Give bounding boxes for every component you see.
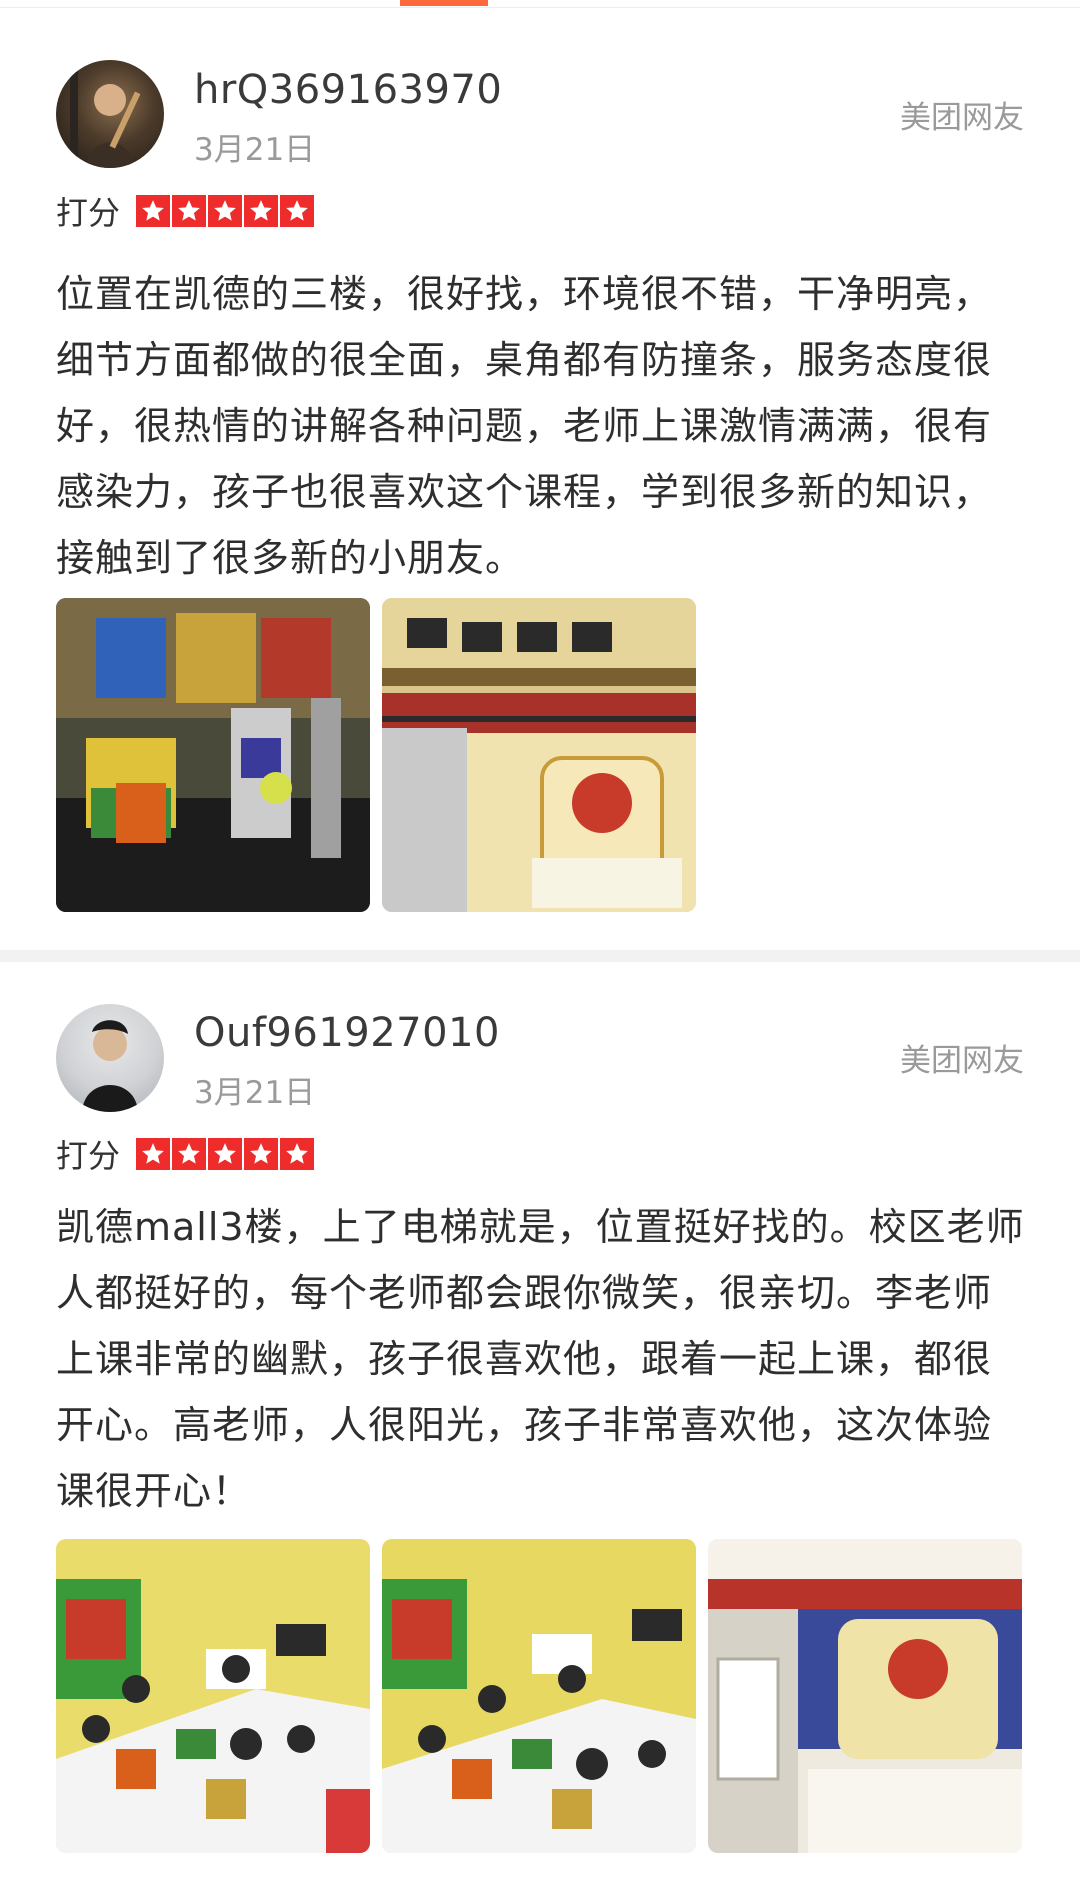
review-card: hrQ369163970 3月21日 美团网友 打分 位置在凯德的三楼，很好找，… — [0, 8, 1080, 950]
review-date: 3月21日 — [194, 1075, 316, 1111]
source-label: 美团网友 — [900, 1043, 1024, 1079]
star-icon — [244, 195, 279, 227]
review-text: 位置在凯德的三楼，很好找，环境很不错，干净明亮，细节方面都做的很全面，桌角都有防… — [56, 272, 993, 580]
star-icon — [136, 195, 171, 227]
avatar[interactable] — [56, 60, 164, 168]
review-card: Ouf961927010 3月21日 美团网友 打分 凯德mall3楼，上了电梯… — [0, 962, 1080, 1885]
star-icon — [208, 195, 243, 227]
rating-label: 打分 — [56, 1137, 121, 1175]
star-icon — [172, 1138, 207, 1170]
rating-label: 打分 — [56, 194, 121, 232]
star-icon — [244, 1138, 279, 1170]
star-icon — [280, 1138, 315, 1170]
source-label: 美团网友 — [900, 100, 1024, 136]
lego-robot-display-photo[interactable] — [56, 598, 370, 912]
username[interactable]: Ouf961927010 — [194, 1011, 500, 1055]
star-icon — [208, 1138, 243, 1170]
storefront-photo[interactable] — [382, 598, 696, 912]
review-date: 3月21日 — [194, 132, 316, 168]
avatar[interactable] — [56, 1004, 164, 1112]
star-rating — [136, 195, 316, 227]
tab-indicator — [400, 0, 488, 6]
rating-row: 打分 — [56, 191, 316, 232]
star-rating — [136, 1138, 316, 1170]
classroom-photo[interactable] — [56, 1539, 370, 1853]
star-icon — [136, 1138, 171, 1170]
section-divider — [0, 950, 1080, 962]
username[interactable]: hrQ369163970 — [194, 68, 502, 112]
classroom-photo[interactable] — [382, 1539, 696, 1853]
reception-desk-photo[interactable] — [708, 1539, 1022, 1853]
star-icon — [280, 195, 315, 227]
star-icon — [172, 195, 207, 227]
review-text: 凯德mall3楼，上了电梯就是，位置挺好找的。校区老师人都挺好的，每个老师都会跟… — [56, 1205, 1025, 1513]
rating-row: 打分 — [56, 1134, 316, 1175]
